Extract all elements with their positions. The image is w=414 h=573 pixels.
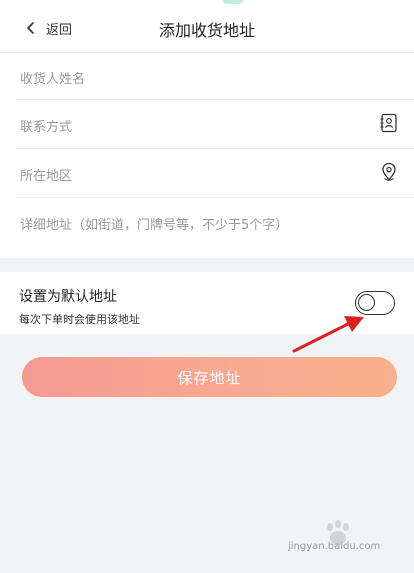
baidu-jingyan-watermark: jingyan.baidu.com (288, 519, 398, 559)
name-placeholder: 收货人姓名 (20, 72, 86, 87)
default-address-title: 设置为默认地址 (19, 289, 117, 305)
toggle-knob (358, 294, 375, 311)
status-indicator (223, 0, 243, 4)
phone-field[interactable]: 联系方式 (0, 100, 414, 149)
name-field[interactable]: 收货人姓名 (0, 52, 414, 101)
location-pin-icon[interactable] (378, 161, 400, 183)
section-gap (0, 258, 414, 272)
detail-placeholder: 详细地址（如街道，门牌号等，不少于5个字） (20, 218, 289, 233)
top-navigation-bar: 返回 添加收货地址 (0, 0, 414, 54)
detail-address-field[interactable]: 详细地址（如街道，门牌号等，不少于5个字） (0, 198, 414, 258)
phone-placeholder: 联系方式 (20, 120, 73, 135)
save-address-button[interactable]: 保存地址 (22, 357, 397, 397)
region-field[interactable]: 所在地区 (0, 149, 414, 198)
page-title: 添加收货地址 (158, 21, 255, 40)
contact-book-icon[interactable] (378, 112, 400, 134)
watermark-text: jingyan.baidu.com (288, 541, 381, 552)
default-address-hint: 每次下单时会使用该地址 (19, 313, 140, 326)
region-placeholder: 所在地区 (20, 169, 73, 184)
annotation-arrow-icon (292, 316, 364, 353)
